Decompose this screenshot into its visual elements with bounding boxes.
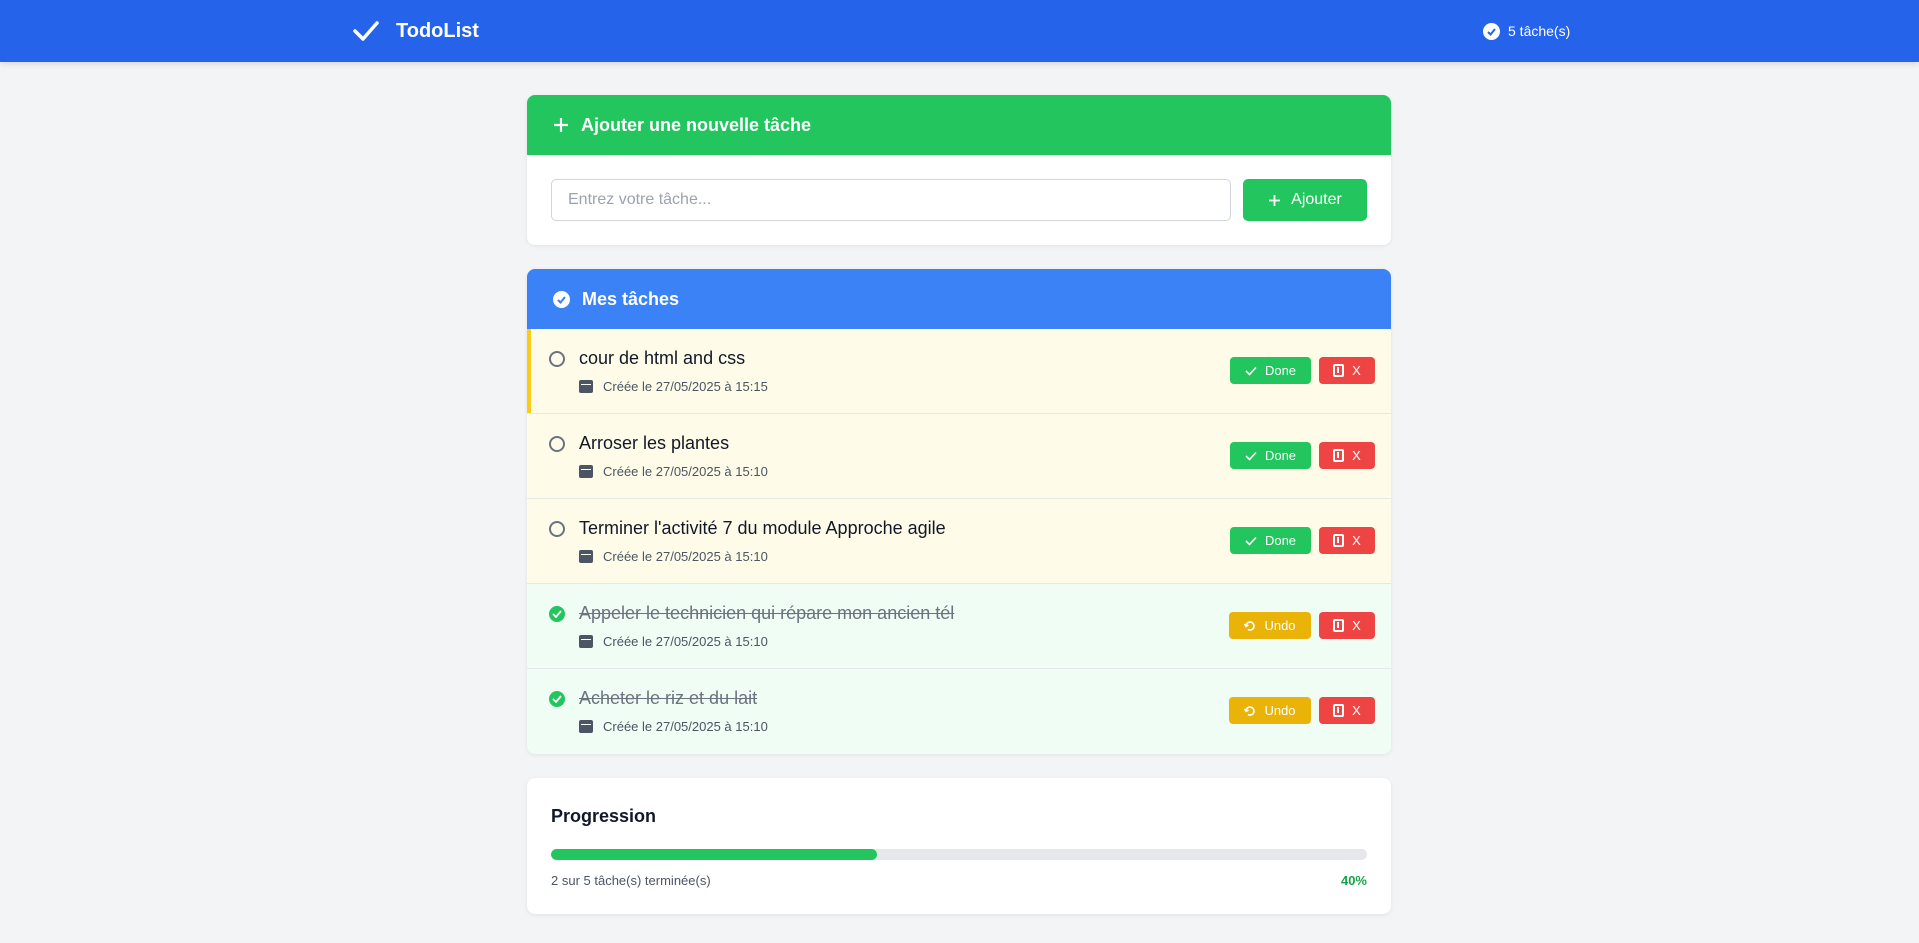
task-meta: Créée le 27/05/2025 à 15:15 <box>579 379 768 394</box>
brand[interactable]: TodoList <box>352 0 479 62</box>
tasks-title: Mes tâches <box>582 288 680 309</box>
task-item: Appeler le technicien qui répare mon anc… <box>527 584 1391 669</box>
calendar-icon <box>579 550 593 563</box>
task-title: Appeler le technicien qui répare mon anc… <box>579 603 955 623</box>
progress-bar <box>551 849 1367 860</box>
checkmark-icon <box>352 17 380 45</box>
add-task-header: Ajouter une nouvelle tâche <box>527 95 1391 155</box>
pending-status-icon[interactable] <box>549 351 565 367</box>
tasks-icon <box>1483 22 1500 40</box>
add-task-title: Ajouter une nouvelle tâche <box>581 114 812 135</box>
tasks-card: Mes tâches cour de html and css Créée le… <box>527 269 1391 754</box>
undo-label: Undo <box>1264 703 1296 718</box>
completed-status-icon[interactable] <box>549 606 565 622</box>
add-button[interactable]: Ajouter <box>1243 179 1367 221</box>
app-name: TodoList <box>396 19 479 42</box>
progress-percent: 40% <box>1340 873 1367 888</box>
calendar-icon <box>579 720 593 733</box>
plus-icon <box>554 118 568 132</box>
undo-label: Undo <box>1264 618 1296 633</box>
undo-button[interactable]: Undo <box>1229 697 1311 724</box>
calendar-icon <box>579 465 593 478</box>
progress-card: Progression 2 sur 5 tâche(s) terminée(s)… <box>527 778 1391 914</box>
task-count-label: 5 tâche(s) <box>1508 23 1571 39</box>
task-meta: Créée le 27/05/2025 à 15:10 <box>579 464 768 479</box>
task-created: Créée le 27/05/2025 à 15:10 <box>603 719 768 734</box>
pending-status-icon[interactable] <box>549 521 565 537</box>
check-icon <box>1245 451 1257 461</box>
task-input[interactable] <box>551 179 1231 221</box>
add-button-label: Ajouter <box>1291 191 1342 208</box>
task-meta: Créée le 27/05/2025 à 15:10 <box>579 634 768 649</box>
pending-status-icon[interactable] <box>549 436 565 452</box>
undo-button[interactable]: Undo <box>1229 612 1311 639</box>
progress-title: Progression <box>551 806 657 826</box>
undo-icon <box>1244 705 1256 716</box>
delete-label: X <box>1352 703 1361 718</box>
completed-status-icon[interactable] <box>549 691 565 707</box>
task-title: Acheter le riz et du lait <box>579 688 758 708</box>
trash-icon <box>1333 534 1345 547</box>
task-title: Arroser les plantes <box>579 433 730 453</box>
task-item: Terminer l'activité 7 du module Approche… <box>527 499 1391 584</box>
progress-summary: 2 sur 5 tâche(s) terminée(s) <box>551 873 711 888</box>
tasks-header: Mes tâches <box>527 269 1391 329</box>
task-title: Terminer l'activité 7 du module Approche… <box>579 518 946 538</box>
trash-icon <box>1333 449 1345 462</box>
trash-icon <box>1333 619 1345 632</box>
tasks-icon <box>553 290 570 308</box>
delete-button[interactable]: X <box>1319 527 1375 554</box>
task-meta: Créée le 27/05/2025 à 15:10 <box>579 719 768 734</box>
task-item: Acheter le riz et du lait Créée le 27/05… <box>527 669 1391 754</box>
task-item: cour de html and css Créée le 27/05/2025… <box>527 329 1391 414</box>
delete-button[interactable]: X <box>1319 442 1375 469</box>
done-button[interactable]: Done <box>1230 527 1311 554</box>
task-created: Créée le 27/05/2025 à 15:10 <box>603 464 768 479</box>
done-label: Done <box>1264 448 1297 463</box>
done-label: Done <box>1264 363 1297 378</box>
task-meta: Créée le 27/05/2025 à 15:10 <box>579 549 768 564</box>
navbar: TodoList 5 tâche(s) <box>0 0 1919 62</box>
done-button[interactable]: Done <box>1230 357 1311 384</box>
task-count-badge: 5 tâche(s) <box>1483 0 1570 62</box>
task-title: cour de html and css <box>579 348 746 368</box>
plus-icon <box>1269 194 1281 206</box>
delete-button[interactable]: X <box>1319 357 1375 384</box>
check-icon <box>1245 536 1257 546</box>
calendar-icon <box>579 635 593 648</box>
progress-bar-fill <box>551 849 878 860</box>
task-created: Créée le 27/05/2025 à 15:10 <box>603 549 768 564</box>
task-created: Créée le 27/05/2025 à 15:10 <box>603 634 768 649</box>
delete-label: X <box>1352 533 1361 548</box>
delete-label: X <box>1352 618 1361 633</box>
task-created: Créée le 27/05/2025 à 15:15 <box>603 379 768 394</box>
done-label: Done <box>1264 533 1297 548</box>
delete-button[interactable]: X <box>1319 612 1375 639</box>
calendar-icon <box>579 380 593 393</box>
delete-label: X <box>1352 448 1361 463</box>
done-button[interactable]: Done <box>1230 442 1311 469</box>
trash-icon <box>1333 704 1345 717</box>
delete-label: X <box>1352 363 1361 378</box>
task-item: Arroser les plantes Créée le 27/05/2025 … <box>527 414 1391 499</box>
check-icon <box>1245 366 1257 376</box>
delete-button[interactable]: X <box>1319 697 1375 724</box>
trash-icon <box>1333 364 1345 377</box>
add-task-card: Ajouter une nouvelle tâche Ajouter <box>527 95 1391 245</box>
undo-icon <box>1244 620 1256 631</box>
